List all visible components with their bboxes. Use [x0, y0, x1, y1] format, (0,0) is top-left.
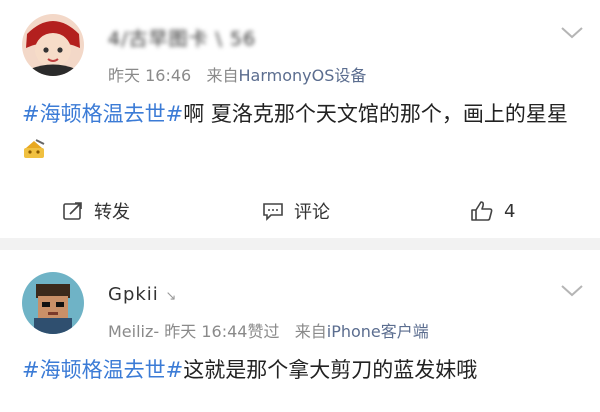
username[interactable]: Gpkii ↘	[108, 284, 177, 305]
post-text: 这就是那个拿大剪刀的蓝发妹哦	[183, 358, 478, 382]
repost-button[interactable]: 转发	[62, 184, 130, 238]
emoji-icon	[22, 135, 46, 171]
username[interactable]: 4/古早图卡 \ 56	[108, 24, 256, 51]
source-prefix: 来自	[206, 66, 239, 85]
cartoon-character-avatar-icon	[22, 14, 84, 76]
comment-button[interactable]: 评论	[262, 184, 330, 238]
source-prefix: 来自	[294, 322, 327, 341]
chevron-down-icon[interactable]	[560, 284, 584, 298]
chevron-down-icon[interactable]	[560, 26, 584, 40]
avatar[interactable]	[22, 14, 84, 76]
hashtag-link[interactable]: #海顿格温去世#	[22, 358, 183, 382]
like-button[interactable]: 4	[470, 184, 515, 238]
post-card: Gpkii ↘ Meiliz- 昨天 16:44赞过 来自iPhone客户端 #…	[0, 250, 600, 412]
post-time: 昨天 16:46	[108, 66, 192, 85]
source-link[interactable]: iPhone客户端	[327, 322, 429, 341]
action-bar: 转发 评论 4	[0, 184, 600, 238]
post-body: #海顿格温去世#这就是那个拿大剪刀的蓝发妹哦	[22, 352, 582, 388]
post-meta: Meiliz- 昨天 16:44赞过 来自iPhone客户端	[108, 318, 429, 342]
hashtag-link[interactable]: #海顿格温去世#	[22, 102, 183, 126]
avatar[interactable]	[22, 272, 84, 334]
post-text: 啊 夏洛克那个天文馆的那个，画上的星星	[183, 102, 568, 126]
source-link[interactable]: HarmonyOS设备	[238, 66, 366, 85]
like-count: 4	[504, 200, 516, 222]
repost-label: 转发	[94, 202, 130, 223]
liked-label: 赞过	[247, 322, 280, 341]
user-badge: ↘	[165, 289, 178, 304]
thumbs-up-icon	[471, 201, 493, 221]
pixel-character-avatar-icon	[22, 272, 84, 334]
repost-icon	[63, 202, 82, 220]
meta-prefix: Meiliz-	[108, 322, 160, 341]
post-meta: 昨天 16:46 来自HarmonyOS设备	[108, 62, 366, 86]
comment-icon	[263, 203, 283, 221]
divider	[0, 238, 600, 250]
post-body: #海顿格温去世#啊 夏洛克那个天文馆的那个，画上的星星	[22, 96, 582, 171]
post-time: 昨天 16:44	[164, 322, 248, 341]
comment-label: 评论	[294, 202, 330, 223]
post-card: 4/古早图卡 \ 56 昨天 16:46 来自HarmonyOS设备 #海顿格温…	[0, 0, 600, 238]
